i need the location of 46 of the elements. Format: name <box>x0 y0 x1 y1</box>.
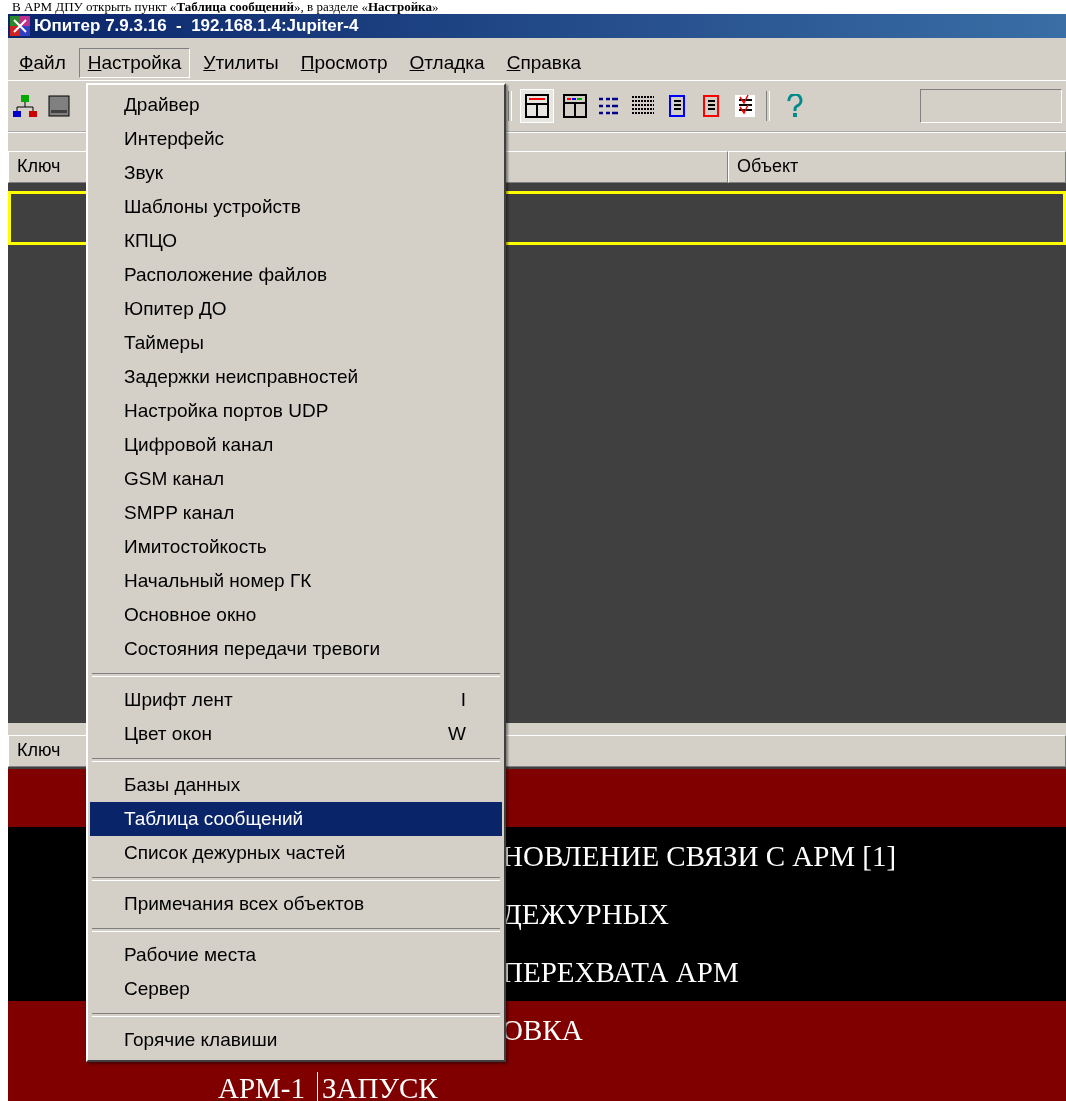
menu-item[interactable]: Таблица сообщений <box>90 802 502 836</box>
menu-bar-item[interactable]: Настройка <box>78 48 191 78</box>
menu-item[interactable]: Юпитер ДО <box>90 292 502 326</box>
menu-item[interactable]: Примечания всех объектов <box>90 887 502 921</box>
menu-item[interactable]: Базы данных <box>90 768 502 802</box>
menu-item[interactable]: Интерфейс <box>90 122 502 156</box>
menu-item[interactable]: Шрифт лент I <box>90 683 502 717</box>
menu-item[interactable]: Таймеры <box>90 326 502 360</box>
menu-bar-item[interactable]: Утилиты <box>194 48 288 78</box>
menu-item[interactable]: Сервер <box>90 972 502 1006</box>
menu-item[interactable]: Список дежурных частей <box>90 836 502 870</box>
table-cell-text: ПЕРЕХВАТА АРМ <box>501 955 739 989</box>
menu-bar-item[interactable]: Отладка <box>400 48 494 78</box>
computer-icon[interactable] <box>46 93 72 119</box>
menu-item[interactable]: Рабочие места <box>90 938 502 972</box>
menu-item[interactable]: Основное окно <box>90 598 502 632</box>
column-header[interactable]: Объект <box>728 151 1066 183</box>
menu-item[interactable]: Расположение файлов <box>90 258 502 292</box>
app-logo-icon <box>10 16 30 36</box>
menu-item[interactable]: Имитостойкость <box>90 530 502 564</box>
layout-icon[interactable] <box>562 93 588 119</box>
table-cell-text: ДЕЖУРНЫХ <box>501 897 669 931</box>
menu-bar-item[interactable]: Файл <box>10 48 75 78</box>
menu-item[interactable]: GSM канал <box>90 462 502 496</box>
menu-item[interactable]: Задержки неисправностей <box>90 360 502 394</box>
menu-item[interactable]: Звук <box>90 156 502 190</box>
menu-item[interactable]: Драйвер <box>90 88 502 122</box>
table-cell-text: НОВЛЕНИЕ СВЯЗИ С АРМ [1] <box>501 839 897 873</box>
menu-item[interactable]: КПЦО <box>90 224 502 258</box>
menu-item[interactable]: Шаблоны устройств <box>90 190 502 224</box>
input-field[interactable] <box>920 89 1062 123</box>
menu-item[interactable]: Состояния передачи тревоги <box>90 632 502 666</box>
menu-item[interactable]: Начальный номер ГК <box>90 564 502 598</box>
menu-item[interactable]: SMPP канал <box>90 496 502 530</box>
menu-item[interactable]: Цифровой канал <box>90 428 502 462</box>
table-cell: АРМ-1 <box>8 1071 318 1101</box>
checklist-icon[interactable] <box>732 93 758 119</box>
network-icon[interactable] <box>12 93 38 119</box>
menu-bar-item[interactable]: Справка <box>497 48 591 78</box>
window-title: Юпитер 7.9.3.16 - 192.168.1.4:Jupiter-4 <box>34 16 359 36</box>
caption-text: В АРМ ДПУ открыть пункт «Таблица сообщений», в разделе «Настройка» <box>11 0 440 14</box>
menu-item[interactable]: Настройка портов UDP <box>90 394 502 428</box>
menu-item[interactable]: Горячие клавиши <box>90 1023 502 1057</box>
table-cell-text: ЗАПУСК <box>321 1071 438 1101</box>
shortcut-text: I <box>460 689 466 711</box>
menu-bar-item[interactable]: Просмотр <box>291 48 397 78</box>
